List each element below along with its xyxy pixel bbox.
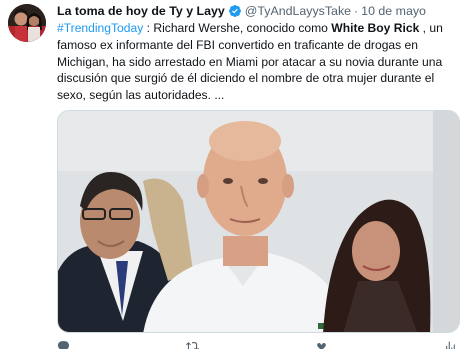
tweet-actions	[57, 340, 457, 349]
reply-button[interactable]	[57, 340, 70, 349]
retweet-icon	[186, 341, 199, 349]
reply-icon	[57, 340, 70, 349]
display-name[interactable]: La toma de hoy de Ty y Layy	[57, 4, 225, 18]
hashtag-link[interactable]: #TrendingToday	[57, 21, 143, 35]
tweet-media-photo[interactable]	[57, 110, 460, 333]
verified-badge-icon	[228, 4, 242, 18]
tweet-card[interactable]: La toma de hoy de Ty y Layy @TyAndLayysT…	[0, 0, 463, 349]
separator-dot: ·	[354, 4, 359, 18]
tweet-text-bold: White Boy Rick	[331, 21, 420, 35]
tweet-header: La toma de hoy de Ty y Layy @TyAndLayysT…	[57, 3, 455, 19]
retweet-button[interactable]	[186, 340, 199, 349]
handle[interactable]: @TyAndLayysTake	[245, 4, 351, 18]
views-button[interactable]	[444, 340, 457, 349]
timestamp[interactable]: 10 de mayo	[361, 4, 426, 18]
like-button[interactable]	[315, 340, 328, 349]
tweet-text-part1: : Richard Wershe, conocido como	[143, 21, 332, 35]
tweet-text: #TrendingToday : Richard Wershe, conocid…	[57, 20, 453, 104]
avatar[interactable]	[8, 4, 46, 42]
like-icon	[317, 342, 326, 349]
views-icon	[446, 341, 455, 349]
